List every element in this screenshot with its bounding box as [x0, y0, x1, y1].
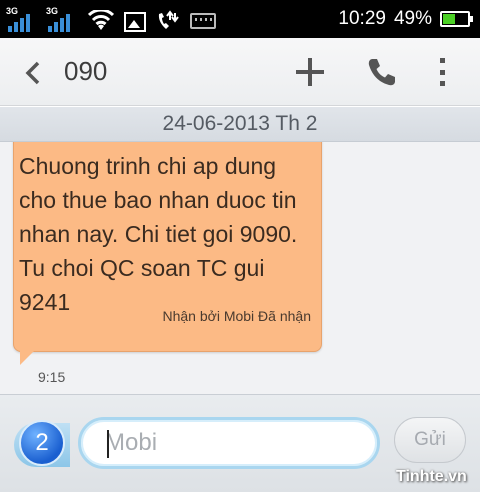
send-button[interactable]: Gửi	[394, 417, 466, 463]
sim-number: 2	[35, 429, 49, 456]
network-type-1: 3G	[6, 6, 19, 16]
message-input[interactable]	[105, 426, 365, 460]
watermark: Tinhte.vn	[396, 468, 467, 485]
overflow-menu-button[interactable]	[432, 56, 452, 88]
battery-fill	[443, 14, 455, 24]
status-clock: 10:29	[338, 8, 386, 29]
message-delivery-status: Nhận bởi Mobi Đã nhận	[162, 308, 312, 324]
signal-sim1-icon: 3G	[6, 6, 38, 32]
keyboard-icon	[190, 13, 216, 29]
incoming-message-bubble[interactable]: Chuong trinh chi ap dung cho thue bao nh…	[13, 142, 322, 352]
call-button[interactable]	[366, 56, 398, 88]
back-arrow-icon	[25, 61, 40, 85]
message-input-wrapper	[78, 417, 380, 469]
date-header: 24-06-2013 Th 2	[0, 106, 480, 142]
bubble-tail	[20, 349, 36, 365]
battery-icon	[440, 11, 473, 27]
signal-sim2-icon: 3G	[46, 6, 78, 32]
add-icon	[296, 58, 324, 86]
text-caret	[107, 430, 109, 458]
message-time: 9:15	[38, 369, 66, 385]
network-type-2: 3G	[46, 6, 59, 16]
compose-bar: 2 Gửi Tinhte.vn	[0, 394, 480, 492]
call-forward-icon	[158, 10, 179, 29]
status-bar: 3G 3G 10:29 49%	[0, 0, 480, 38]
battery-percent: 49%	[393, 8, 432, 29]
add-button[interactable]	[294, 56, 326, 88]
conversation-list[interactable]: Chuong trinh chi ap dung cho thue bao nh…	[0, 142, 480, 394]
gallery-icon	[124, 12, 146, 32]
phone-icon	[368, 59, 395, 86]
message-text: Chuong trinh chi ap dung cho thue bao nh…	[19, 153, 298, 315]
status-icons-left: 3G 3G	[6, 6, 216, 32]
overflow-menu-icon	[439, 58, 445, 63]
status-icons-right: 10:29 49%	[338, 6, 473, 32]
wifi-icon	[88, 10, 114, 30]
action-bar: 090	[0, 38, 480, 106]
date-header-text: 24-06-2013 Th 2	[162, 112, 318, 135]
sim-selector-button[interactable]: 2	[19, 420, 65, 466]
back-button[interactable]	[18, 58, 48, 88]
contact-title: 090	[64, 56, 108, 86]
